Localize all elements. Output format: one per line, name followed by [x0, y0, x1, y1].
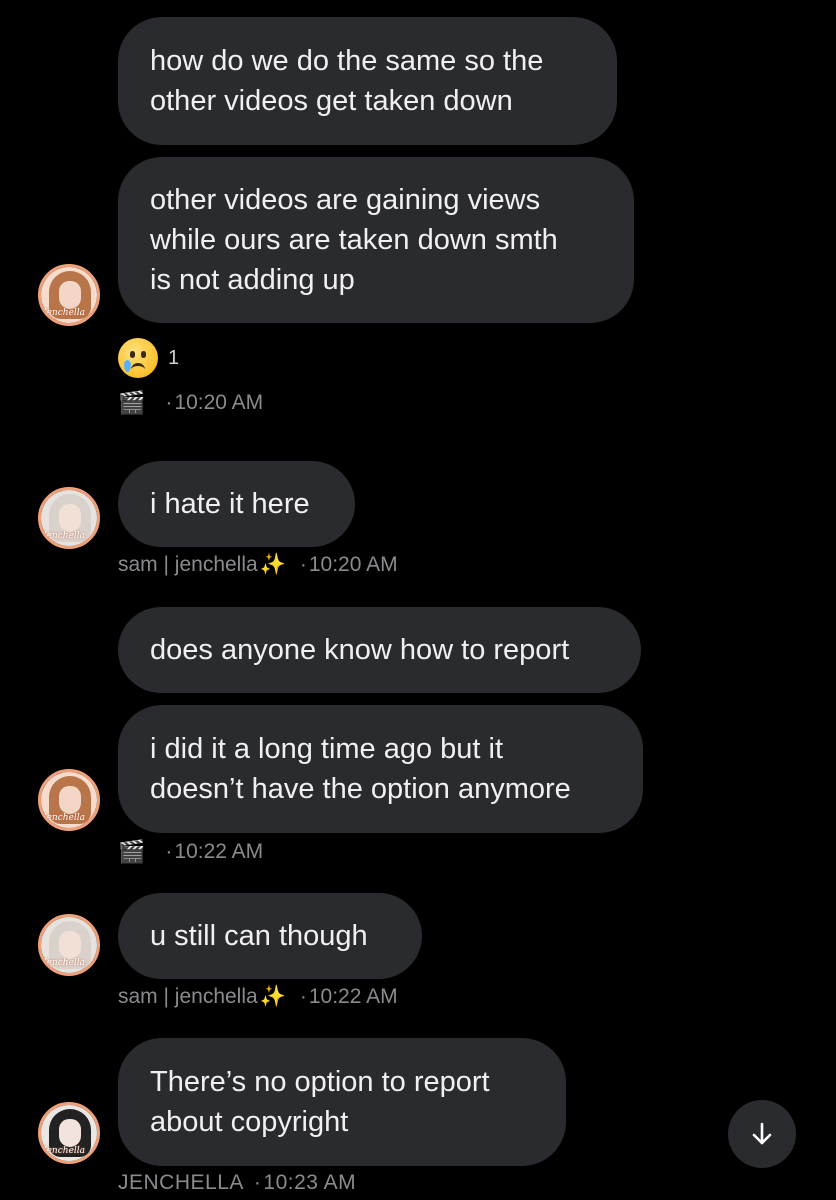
clapper-board-icon: 🎬: [118, 390, 146, 415]
message-meta: JENCHELLA · 10:23 AM: [118, 1171, 356, 1195]
avatar[interactable]: Jenchella: [38, 1102, 100, 1164]
message-meta: 🎬 · 10:22 AM: [118, 839, 263, 865]
avatar[interactable]: Jenchella: [38, 914, 100, 976]
arrow-down-icon: [752, 1122, 772, 1145]
message-bubble[interactable]: how do we do the same so the other video…: [118, 17, 617, 145]
timestamp: 10:20 AM: [308, 553, 398, 576]
message-bubble[interactable]: There’s no option to report about copyri…: [118, 1038, 566, 1166]
timestamp: 10:20 AM: [174, 391, 264, 414]
message-text: how do we do the same so the other video…: [150, 45, 544, 117]
message-text: i hate it here: [150, 488, 310, 520]
avatar-label: Jenchella: [43, 958, 86, 968]
message-bubble[interactable]: u still can though: [118, 893, 422, 979]
avatar-label: Jenchella: [43, 813, 86, 823]
message-text: i did it a long time ago but it doesn’t …: [150, 733, 571, 805]
avatar[interactable]: Jenchella: [38, 769, 100, 831]
message-text: other videos are gaining views while our…: [150, 184, 558, 296]
scroll-to-bottom-button[interactable]: [728, 1100, 796, 1168]
message-text: does anyone know how to report: [150, 634, 570, 666]
message-meta: sam | jenchella ✨ · 10:20 AM: [118, 553, 398, 577]
message-text: u still can though: [150, 920, 368, 952]
avatar[interactable]: Jenchella: [38, 487, 100, 549]
crying-face-emoji: [118, 338, 158, 378]
separator-dot: ·: [165, 391, 173, 414]
message-bubble[interactable]: i did it a long time ago but it doesn’t …: [118, 705, 643, 833]
avatar-label: Jenchella: [43, 531, 86, 541]
sparkles-icon: ✨: [259, 985, 286, 1008]
reaction-chip[interactable]: 1: [118, 338, 179, 378]
separator-dot: ·: [299, 553, 307, 576]
reaction-count: 1: [168, 346, 180, 369]
sender-name: sam | jenchella: [118, 553, 258, 576]
avatar-label: Jenchella: [43, 1146, 86, 1156]
avatar[interactable]: Jenchella: [38, 264, 100, 326]
message-bubble[interactable]: i hate it here: [118, 461, 355, 547]
timestamp: 10:22 AM: [308, 985, 398, 1008]
timestamp: 10:22 AM: [174, 840, 264, 863]
message-text: There’s no option to report about copyri…: [150, 1066, 490, 1138]
avatar-label: Jenchella: [43, 308, 86, 318]
clapper-board-icon: 🎬: [118, 839, 146, 864]
sender-name: JENCHELLA: [118, 1171, 244, 1194]
message-bubble[interactable]: other videos are gaining views while our…: [118, 157, 634, 323]
message-meta: 🎬 · 10:20 AM: [118, 390, 263, 416]
separator-dot: ·: [253, 1171, 262, 1194]
message-bubble[interactable]: does anyone know how to report: [118, 607, 641, 693]
separator-dot: ·: [299, 985, 307, 1008]
message-meta: sam | jenchella ✨ · 10:22 AM: [118, 985, 398, 1009]
sparkles-icon: ✨: [259, 553, 286, 576]
separator-dot: ·: [165, 840, 173, 863]
timestamp: 10:23 AM: [263, 1171, 357, 1194]
sender-name: sam | jenchella: [118, 985, 258, 1008]
